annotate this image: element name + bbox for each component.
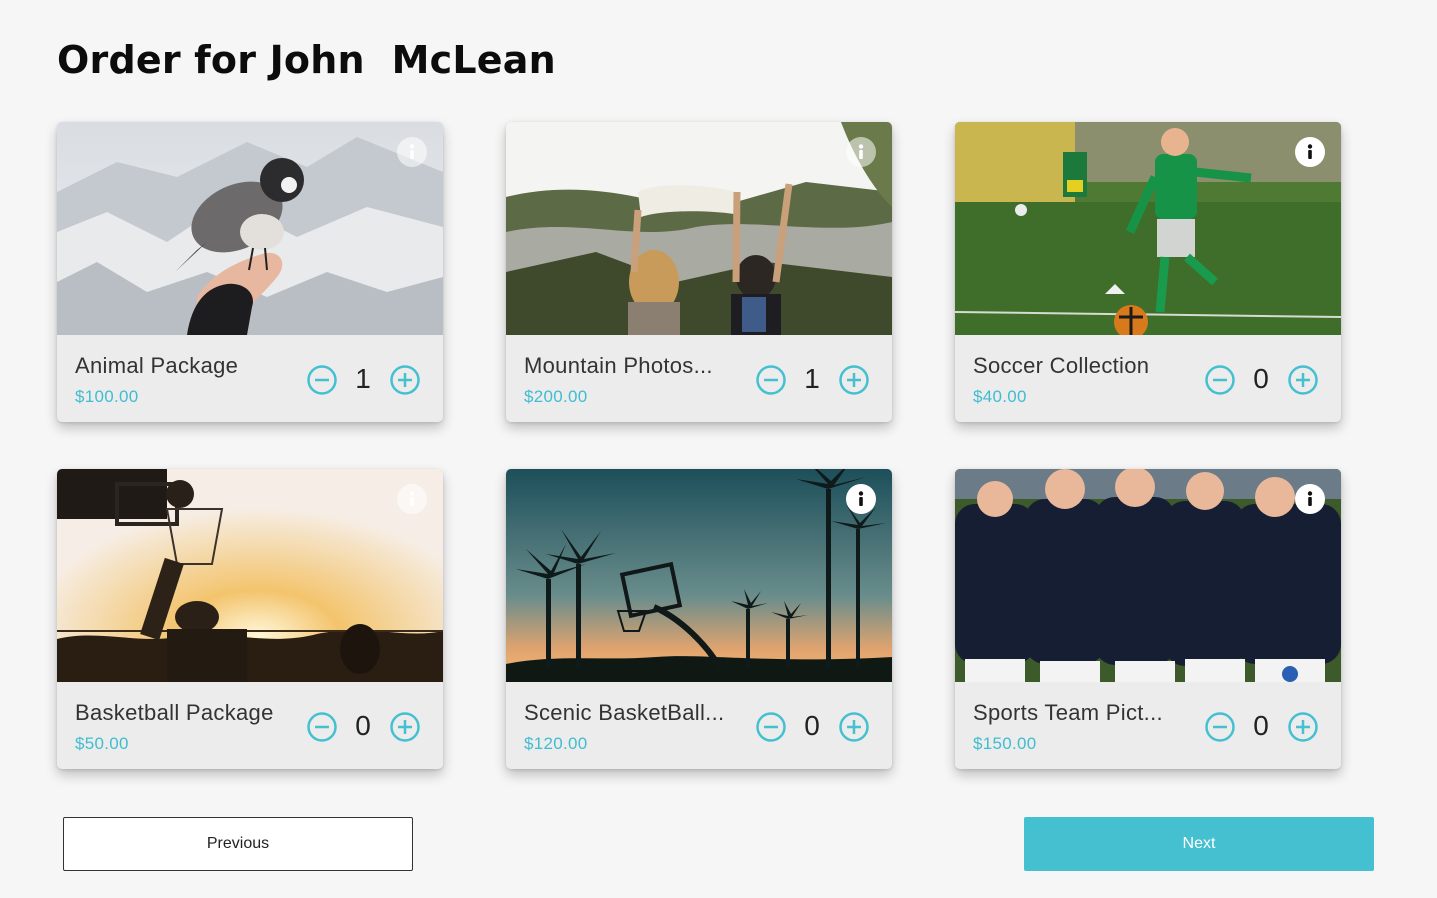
minus-circle-icon xyxy=(307,365,337,395)
info-button[interactable] xyxy=(397,484,427,514)
product-price: $40.00 xyxy=(973,387,1027,406)
decrease-quantity-button[interactable] xyxy=(1204,711,1236,743)
product-image-soccer xyxy=(955,122,1341,335)
info-icon xyxy=(409,491,415,506)
previous-button[interactable]: Previous xyxy=(63,817,413,871)
page-title: Order for John McLean xyxy=(57,38,556,82)
increase-quantity-button[interactable] xyxy=(389,711,421,743)
product-card-scenic-basketball[interactable]: Scenic BasketBall... $120.00 0 xyxy=(506,469,892,769)
product-image-bird xyxy=(57,122,443,335)
increase-quantity-button[interactable] xyxy=(838,711,870,743)
plus-circle-icon xyxy=(1288,365,1318,395)
product-image-basketball-dunk xyxy=(57,469,443,682)
info-icon xyxy=(1307,144,1313,159)
product-price: $120.00 xyxy=(524,734,588,753)
info-button[interactable] xyxy=(1295,484,1325,514)
product-image-mountain xyxy=(506,122,892,335)
minus-circle-icon xyxy=(1205,365,1235,395)
increase-quantity-button[interactable] xyxy=(838,364,870,396)
minus-circle-icon xyxy=(307,712,337,742)
product-name: Soccer Collection xyxy=(973,353,1150,378)
info-button[interactable] xyxy=(846,137,876,167)
product-card-soccer-collection[interactable]: Soccer Collection $40.00 0 xyxy=(955,122,1341,422)
plus-circle-icon xyxy=(1288,712,1318,742)
info-button[interactable] xyxy=(397,137,427,167)
increase-quantity-button[interactable] xyxy=(1287,364,1319,396)
increase-quantity-button[interactable] xyxy=(389,364,421,396)
product-name: Mountain Photos... xyxy=(524,353,713,378)
plus-circle-icon xyxy=(390,712,420,742)
plus-circle-icon xyxy=(839,712,869,742)
minus-circle-icon xyxy=(1205,712,1235,742)
product-card-sports-team[interactable]: Sports Team Pict... $150.00 0 xyxy=(955,469,1341,769)
plus-circle-icon xyxy=(390,365,420,395)
product-price: $200.00 xyxy=(524,387,588,406)
quantity-value: 0 xyxy=(804,710,820,741)
info-button[interactable] xyxy=(1295,137,1325,167)
increase-quantity-button[interactable] xyxy=(1287,711,1319,743)
decrease-quantity-button[interactable] xyxy=(755,364,787,396)
info-icon xyxy=(858,491,864,506)
decrease-quantity-button[interactable] xyxy=(1204,364,1236,396)
quantity-value: 1 xyxy=(355,363,371,394)
minus-circle-icon xyxy=(756,365,786,395)
product-price: $50.00 xyxy=(75,734,129,753)
product-image-soccer-team xyxy=(955,469,1341,682)
info-button[interactable] xyxy=(846,484,876,514)
quantity-value: 1 xyxy=(804,363,820,394)
decrease-quantity-button[interactable] xyxy=(306,711,338,743)
plus-circle-icon xyxy=(839,365,869,395)
product-card-animal-package[interactable]: Animal Package $100.00 1 xyxy=(57,122,443,422)
product-name: Animal Package xyxy=(75,353,239,378)
next-button[interactable]: Next xyxy=(1024,817,1374,871)
product-name: Sports Team Pict... xyxy=(973,700,1163,725)
info-icon xyxy=(409,144,415,159)
product-name: Scenic BasketBall... xyxy=(524,700,725,725)
product-price: $150.00 xyxy=(973,734,1037,753)
decrease-quantity-button[interactable] xyxy=(306,364,338,396)
product-price: $100.00 xyxy=(75,387,139,406)
minus-circle-icon xyxy=(756,712,786,742)
product-card-basketball-package[interactable]: Basketball Package $50.00 0 xyxy=(57,469,443,769)
product-name: Basketball Package xyxy=(75,700,274,725)
quantity-value: 0 xyxy=(355,710,371,741)
quantity-value: 0 xyxy=(1253,710,1269,741)
decrease-quantity-button[interactable] xyxy=(755,711,787,743)
info-icon xyxy=(1307,491,1313,506)
product-card-mountain-photos[interactable]: Mountain Photos... $200.00 1 xyxy=(506,122,892,422)
product-image-palm-hoop xyxy=(506,469,892,682)
info-icon xyxy=(858,144,864,159)
quantity-value: 0 xyxy=(1253,363,1269,394)
